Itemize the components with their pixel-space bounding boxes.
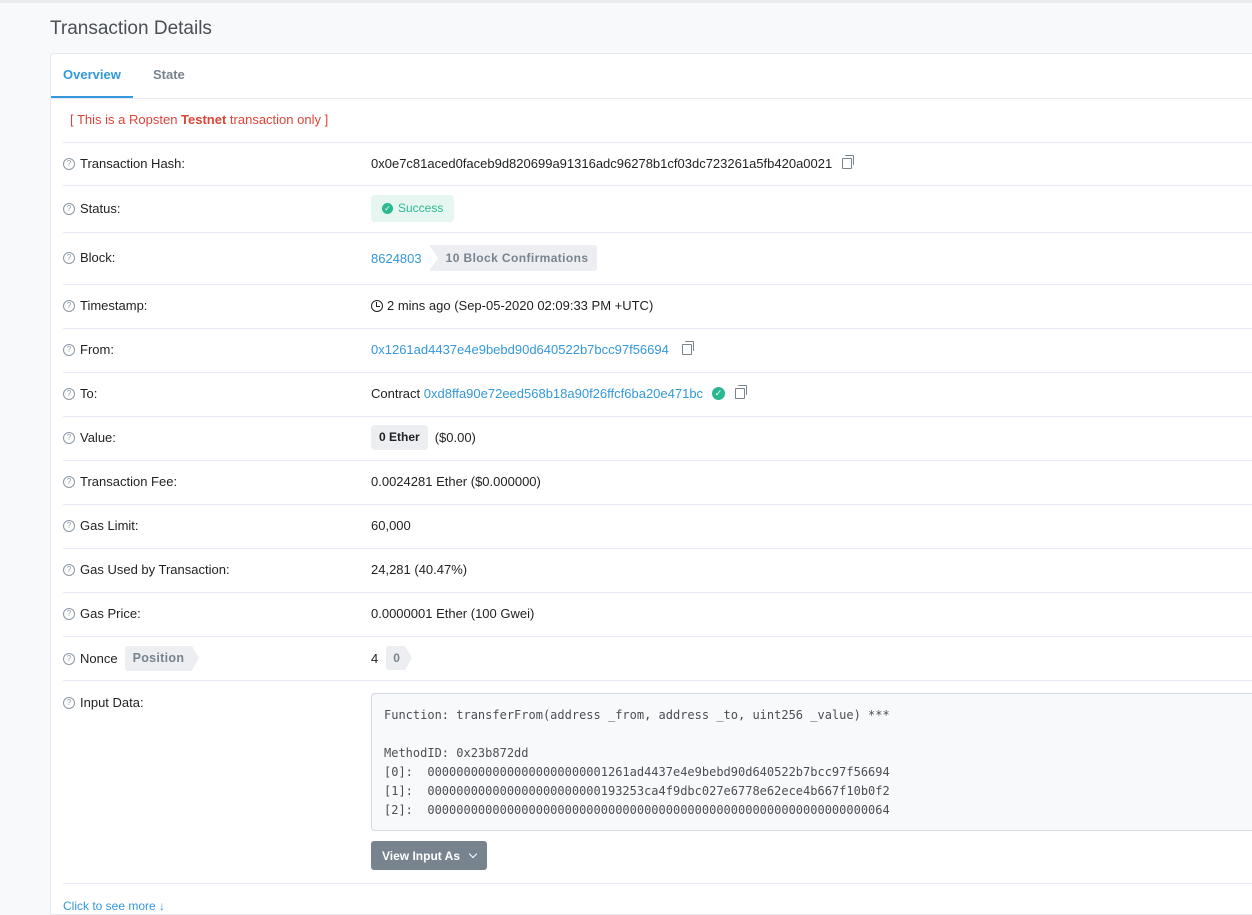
click-to-see-more-link[interactable]: Click to see more ↓ bbox=[63, 899, 165, 913]
copy-icon[interactable] bbox=[681, 341, 694, 355]
value-usd: ($0.00) bbox=[434, 430, 476, 445]
row-from: ? From: 0x1261ad4437e4e9bebd90d640522b7bc… bbox=[63, 329, 1252, 373]
page-title: Transaction Details bbox=[50, 18, 212, 39]
gas-used-value: 24,281 (40.47%) bbox=[371, 562, 468, 577]
row-value: ? Value: 0 Ether ($0.00) bbox=[63, 417, 1252, 461]
row-input-data: ? Input Data: Function: transferFrom(addr… bbox=[63, 681, 1252, 884]
label: Timestamp: bbox=[80, 298, 148, 313]
row-gas-limit: ? Gas Limit: 60,000 bbox=[63, 505, 1252, 549]
position-tag: Position bbox=[124, 646, 199, 671]
copy-icon[interactable] bbox=[842, 155, 855, 169]
clock-icon bbox=[371, 299, 383, 312]
help-icon: ? bbox=[63, 299, 75, 312]
help-icon: ? bbox=[63, 202, 75, 215]
nonce-position-badge: 0 bbox=[386, 646, 412, 670]
from-address-link[interactable]: 0x1261ad4437e4e9bebd90d640522b7bcc97f566… bbox=[371, 342, 669, 357]
help-icon: ? bbox=[63, 251, 75, 264]
status-badge: ✓ Success bbox=[371, 195, 455, 222]
help-icon: ? bbox=[63, 157, 75, 170]
timestamp-value: 2 mins ago (Sep-05-2020 02:09:33 PM +UTC… bbox=[387, 298, 654, 313]
row-block: ? Block: 8624803 10 Block Confirmations bbox=[63, 233, 1252, 285]
help-icon: ? bbox=[63, 475, 75, 488]
row-to: ? To: Contract 0xd8ffa90e72eed568b18a90f2… bbox=[63, 373, 1252, 417]
help-icon: ? bbox=[63, 607, 75, 620]
row-gas-used: ? Gas Used by Transaction: 24,281 (40.47%… bbox=[63, 549, 1252, 593]
row-timestamp: ? Timestamp: 2 mins ago (Sep-05-2020 02:0… bbox=[63, 285, 1252, 329]
contract-label: Contract bbox=[371, 386, 421, 401]
chevron-down-icon bbox=[468, 849, 478, 859]
to-address-link[interactable]: 0xd8ffa90e72eed568b18a90f26ffcf6ba20e471… bbox=[424, 386, 703, 401]
check-circle-icon: ✓ bbox=[382, 203, 393, 214]
help-icon: ? bbox=[63, 431, 75, 444]
block-confirmations-badge: 10 Block Confirmations bbox=[428, 245, 598, 271]
label: Input Data: bbox=[80, 695, 144, 710]
verified-check-icon: ✓ bbox=[712, 387, 726, 400]
label: Gas Limit: bbox=[80, 518, 139, 533]
gas-price-value: 0.0000001 Ether (100 Gwei) bbox=[371, 606, 535, 621]
gas-limit-value: 60,000 bbox=[371, 518, 411, 533]
tab-state[interactable]: State bbox=[141, 54, 197, 97]
copy-icon[interactable] bbox=[735, 385, 748, 399]
nonce-value: 4 bbox=[371, 650, 379, 666]
row-nonce: ? Nonce Position 40 bbox=[63, 637, 1252, 681]
label: Transaction Fee: bbox=[80, 474, 178, 489]
transaction-card: Overview State [ This is a Ropsten Testn… bbox=[50, 53, 1252, 915]
fee-value: 0.0024281 Ether ($0.000000) bbox=[371, 474, 541, 489]
label: Gas Price: bbox=[80, 606, 141, 621]
tab-bar: Overview State bbox=[51, 54, 1252, 99]
help-icon: ? bbox=[63, 387, 75, 400]
row-transaction-fee: ? Transaction Fee: 0.0024281 Ether ($0.00… bbox=[63, 461, 1252, 505]
label: Nonce bbox=[80, 651, 118, 666]
block-number-link[interactable]: 8624803 bbox=[371, 251, 422, 266]
label: Gas Used by Transaction: bbox=[80, 562, 230, 577]
input-data-textarea[interactable]: Function: transferFrom(address _from, ad… bbox=[371, 693, 1252, 831]
help-icon: ? bbox=[63, 343, 75, 356]
tab-overview[interactable]: Overview bbox=[51, 54, 133, 98]
label: Block: bbox=[80, 250, 116, 265]
label: To: bbox=[80, 386, 98, 401]
label: Status: bbox=[80, 201, 121, 216]
row-status: ? Status: ✓ Success bbox=[63, 186, 1252, 233]
help-icon: ? bbox=[63, 696, 75, 709]
label: From: bbox=[80, 342, 114, 357]
help-icon: ? bbox=[63, 519, 75, 532]
help-icon: ? bbox=[63, 563, 75, 576]
label: Transaction Hash: bbox=[80, 156, 186, 171]
top-divider bbox=[0, 0, 1252, 3]
help-icon: ? bbox=[63, 652, 75, 665]
row-transaction-hash: ? Transaction Hash: 0x0e7c81aced0faceb9d8… bbox=[63, 142, 1252, 186]
transaction-hash: 0x0e7c81aced0faceb9d820699a91316adc96278… bbox=[371, 156, 833, 171]
row-gas-price: ? Gas Price: 0.0000001 Ether (100 Gwei) bbox=[63, 593, 1252, 637]
label: Value: bbox=[80, 430, 116, 445]
value-amount-chip: 0 Ether bbox=[371, 425, 428, 450]
view-input-as-button[interactable]: View Input As bbox=[371, 841, 487, 870]
testnet-notice: [ This is a Ropsten Testnet transaction … bbox=[70, 112, 329, 127]
